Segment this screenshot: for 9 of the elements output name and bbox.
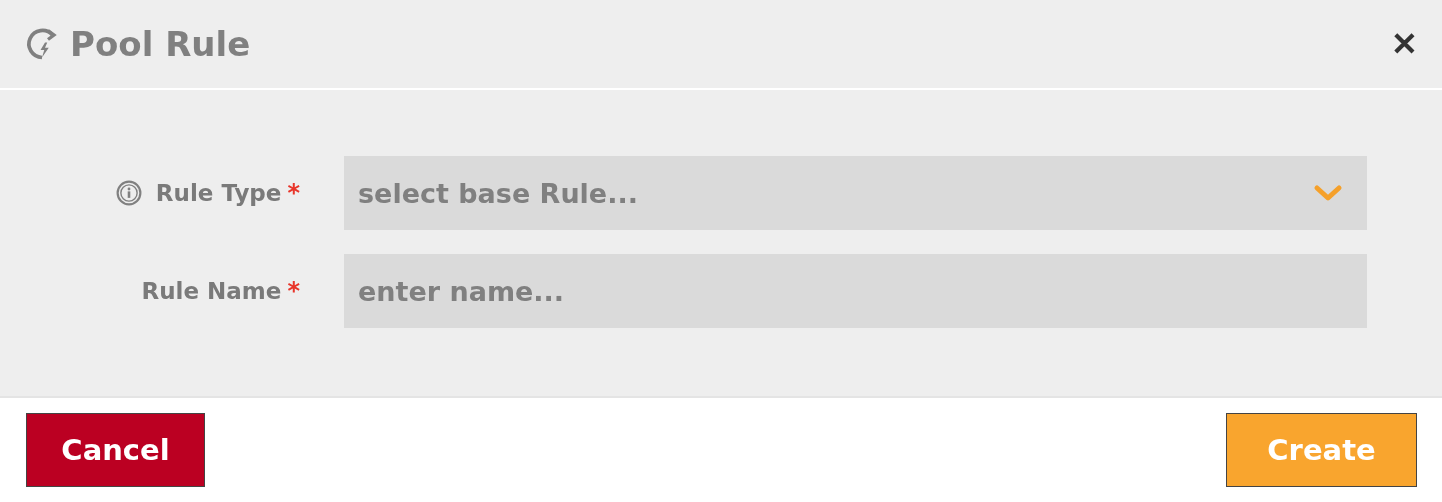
field-label: Rule Name <box>141 278 282 304</box>
chevron-down-icon <box>1313 183 1343 203</box>
field-label: Rule Type <box>155 180 282 206</box>
close-button[interactable]: ✕ <box>1391 25 1418 63</box>
action-button[interactable]: Cancel <box>26 413 205 487</box>
required-mark: * <box>287 179 300 207</box>
input-field[interactable]: enter name... <box>344 254 1367 328</box>
dialog-title: Pool Rule <box>70 24 252 64</box>
required-mark: * <box>287 277 300 305</box>
